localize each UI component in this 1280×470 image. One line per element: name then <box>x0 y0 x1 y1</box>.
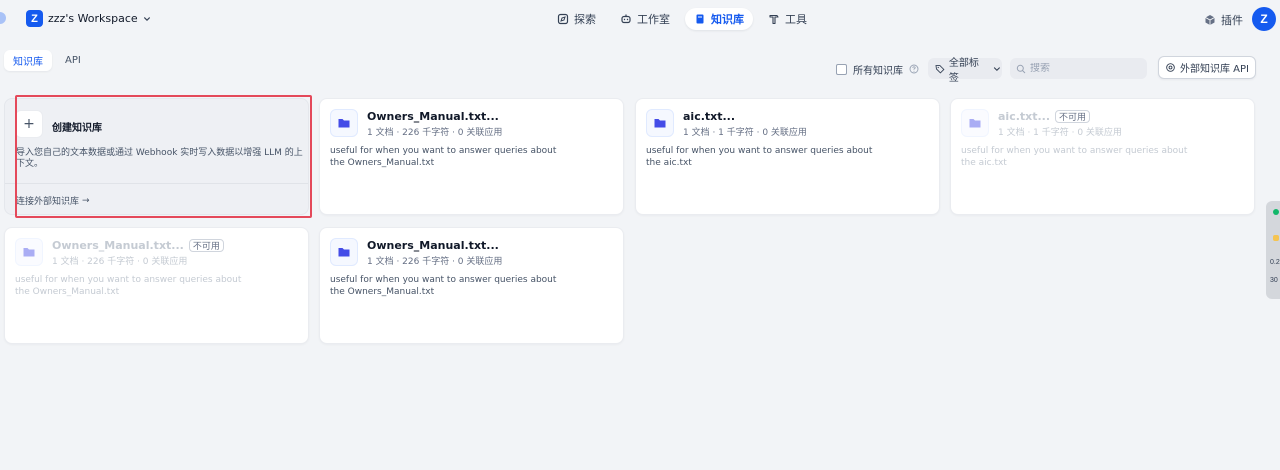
nav-knowledge-label: 知识库 <box>711 13 744 26</box>
nav-explore[interactable]: 探索 <box>548 8 605 30</box>
widget-value: 30 <box>1270 277 1278 284</box>
toolbar: 所有知识库 全部标签 外部知识库 API <box>836 56 1256 84</box>
card-description: useful for when you want to answer queri… <box>15 275 242 297</box>
chevron-down-icon <box>143 16 150 21</box>
card-description: useful for when you want to answer queri… <box>961 146 1188 168</box>
tab-api[interactable]: API <box>56 50 90 71</box>
card-title: aic.txt... <box>998 110 1051 123</box>
tab-knowledge[interactable]: 知识库 <box>4 50 52 71</box>
divider <box>5 183 308 184</box>
card-description: useful for when you want to answer queri… <box>646 146 873 168</box>
search-box <box>1010 58 1147 79</box>
card-meta: 1 文档 · 226 千字符 · 0 关联应用 <box>52 257 188 267</box>
all-knowledge-toggle[interactable]: 所有知识库 <box>836 62 919 77</box>
unavailable-badge: 不可用 <box>188 239 224 252</box>
book-icon <box>696 14 704 24</box>
folder-icon <box>330 238 358 266</box>
card-description: useful for when you want to answer queri… <box>330 146 557 168</box>
folder-icon <box>15 238 43 266</box>
folder-icon <box>961 109 989 137</box>
dataset-card[interactable]: aic.txt... 1 文档 · 1 千字符 · 0 关联应用 useful … <box>635 98 940 215</box>
all-knowledge-checkbox[interactable] <box>836 63 847 75</box>
card-title-row: Owners_Manual.txt... 不可用 <box>52 239 224 252</box>
unavailable-badge: 不可用 <box>1055 110 1091 123</box>
connect-external-label: 连接外部知识库 <box>16 197 80 207</box>
card-description: useful for when you want to answer queri… <box>330 275 557 297</box>
explore-icon <box>557 13 569 25</box>
nav-tools-label: 工具 <box>785 13 807 26</box>
top-header: Z zzz's Workspace 探索 工作室 知识库 工具 插件 Z <box>0 0 1280 38</box>
chevron-down-icon <box>994 66 1001 71</box>
search-input[interactable] <box>1030 63 1140 74</box>
nav-studio[interactable]: 工作室 <box>611 8 679 30</box>
tag-icon <box>935 64 945 74</box>
tag-filter-dropdown[interactable]: 全部标签 <box>928 58 1002 84</box>
nav-explore-label: 探索 <box>574 13 596 26</box>
workspace-badge: Z <box>26 10 43 27</box>
status-dot <box>1273 235 1279 241</box>
card-title-row: Owners_Manual.txt... <box>367 110 499 123</box>
external-api-button[interactable]: 外部知识库 API <box>1158 56 1256 79</box>
status-dot <box>1273 209 1279 215</box>
card-title: Owners_Manual.txt... <box>367 239 499 252</box>
folder-icon <box>646 109 674 137</box>
main-nav: 探索 工作室 知识库 工具 <box>548 8 816 30</box>
create-knowledge-card[interactable]: + 创建知识库 导入您自己的文本数据或通过 Webhook 实时写入数据以增强 … <box>4 98 309 215</box>
create-knowledge-title: 创建知识库 <box>52 123 102 134</box>
cube-icon <box>1205 15 1215 25</box>
card-title: Owners_Manual.txt... <box>367 110 499 123</box>
all-knowledge-label: 所有知识库 <box>853 65 903 77</box>
arrow-right-icon: → <box>82 195 90 206</box>
card-title-row: aic.txt... <box>683 110 735 123</box>
widget-value: 0.2 <box>1270 259 1280 266</box>
nav-knowledge[interactable]: 知识库 <box>685 8 753 30</box>
dataset-card[interactable]: Owners_Manual.txt... 不可用 1 文档 · 226 千字符 … <box>4 227 309 344</box>
plugins-label: 插件 <box>1221 14 1243 27</box>
nav-studio-label: 工作室 <box>637 13 670 26</box>
workspace-name: zzz's Workspace <box>48 12 138 25</box>
card-title-row: Owners_Manual.txt... <box>367 239 499 252</box>
card-title: aic.txt... <box>683 110 736 123</box>
floating-monitor-widget[interactable]: 0.2 30 <box>1266 201 1280 299</box>
external-api-label: 外部知识库 API <box>1180 64 1249 75</box>
card-title-row: aic.txt... 不可用 <box>998 110 1091 123</box>
card-title: Owners_Manual.txt... <box>52 239 184 252</box>
card-meta: 1 文档 · 226 千字符 · 0 关联应用 <box>367 257 503 267</box>
card-meta: 1 文档 · 226 千字符 · 0 关联应用 <box>367 128 503 138</box>
sub-tabs: 知识库 API <box>4 50 90 71</box>
dataset-card[interactable]: Owners_Manual.txt... 1 文档 · 226 千字符 · 0 … <box>319 227 624 344</box>
create-knowledge-description: 导入您自己的文本数据或通过 Webhook 实时写入数据以增强 LLM 的上下文… <box>16 148 303 169</box>
card-meta: 1 文档 · 1 千字符 · 0 关联应用 <box>998 128 1122 138</box>
tag-filter-label: 全部标签 <box>948 57 979 84</box>
hammer-icon <box>769 14 779 25</box>
folder-icon <box>330 109 358 137</box>
api-icon <box>1166 63 1175 72</box>
card-meta: 1 文档 · 1 千字符 · 0 关联应用 <box>683 128 807 138</box>
nav-tools[interactable]: 工具 <box>759 8 816 30</box>
robot-icon <box>621 14 631 24</box>
dataset-card[interactable]: aic.txt... 不可用 1 文档 · 1 千字符 · 0 关联应用 use… <box>950 98 1255 215</box>
dataset-card[interactable]: Owners_Manual.txt... 1 文档 · 226 千字符 · 0 … <box>319 98 624 215</box>
search-icon <box>1016 64 1026 73</box>
plugins-link[interactable]: 插件 <box>1204 12 1243 28</box>
plus-icon: + <box>15 110 43 138</box>
workspace-switcher[interactable]: Z zzz's Workspace <box>26 10 151 27</box>
app-logo[interactable] <box>0 12 6 24</box>
connect-external-link[interactable]: 连接外部知识库 → <box>16 194 90 208</box>
avatar[interactable]: Z <box>1252 7 1276 31</box>
help-icon[interactable] <box>909 64 919 74</box>
